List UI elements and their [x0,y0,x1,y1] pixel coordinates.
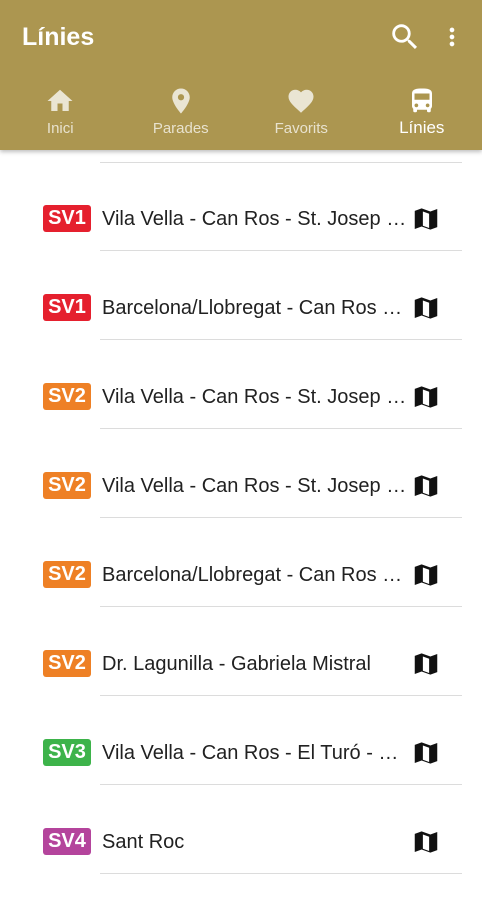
tab-inici[interactable]: Inici [0,78,121,150]
map-icon[interactable] [411,649,441,679]
home-icon [47,89,73,111]
route-name: Vila Vella - Can Ros - St. Josep - Barce… [102,208,408,230]
tab-label: Línies [399,118,445,137]
list-item[interactable]: SV4 Sant Roc [0,773,482,874]
list-item[interactable]: SV2 Barcelona/Llobregat - Can Ros - St. … [0,506,482,607]
tab-label: Favorits [274,120,328,137]
line-badge: SV2 [43,472,91,499]
route-name: Barcelona/Llobregat - Can Ros - St. Jose… [102,564,408,586]
route-name: Barcelona/Llobregat - Can Ros - St. Jose… [102,297,408,319]
list-item[interactable]: SV3 Vila Vella - Can Ros - El Turó - Can… [0,684,482,785]
line-badge: SV1 [43,294,91,321]
more-vert-icon[interactable] [438,20,466,54]
tab-label: Parades [152,120,209,137]
route-name: Vila Vella - Can Ros - St. Josep - Barce… [102,386,408,408]
line-badge: SV3 [43,739,91,766]
search-icon[interactable] [388,20,422,54]
line-badge: SV1 [43,205,91,232]
line-badge: SV2 [43,561,91,588]
map-icon[interactable] [411,382,441,412]
heart-icon [288,89,314,113]
place-icon [172,88,190,114]
map-icon[interactable] [411,471,441,501]
tab-label: Inici [46,120,74,137]
route-name: Dr. Lagunilla - Gabriela Mistral [102,653,371,675]
list-item[interactable]: SV2 Vila Vella - Can Ros - St. Josep - B… [0,328,482,429]
map-icon[interactable] [411,738,441,768]
tab-favorits[interactable]: Favorits [241,78,362,150]
map-icon[interactable] [411,293,441,323]
tab-bar: Inici Parades Favorits Línies [0,78,482,150]
route-name: Sant Roc [102,831,185,853]
list-item[interactable]: SV1 Barcelona/Llobregat - Can Ros - St. … [0,239,482,340]
line-badge: SV2 [43,383,91,410]
bus-icon [411,88,432,113]
list-item[interactable]: SV2 Dr. Lagunilla - Gabriela Mistral [0,595,482,696]
line-badge: SV2 [43,650,91,677]
tab-parades[interactable]: Parades [121,78,242,150]
tab-linies[interactable]: Línies [362,78,482,150]
app-bar: Línies Inici Parades Favorits Línies [0,0,482,150]
list-item[interactable]: SV2 Vila Vella - Can Ros - St. Josep - B… [0,417,482,518]
route-name: Vila Vella - Can Ros - El Turó - Can Ros… [102,742,408,764]
line-badge: SV4 [43,828,91,855]
list-divider [100,873,462,874]
route-name: Vila Vella - Can Ros - St. Josep - Barce… [102,475,408,497]
map-icon[interactable] [411,204,441,234]
list-item[interactable]: SV1 Vila Vella - Can Ros - St. Josep - B… [0,150,482,251]
map-icon[interactable] [411,827,441,857]
page-title: Línies [22,23,95,51]
map-icon[interactable] [411,560,441,590]
